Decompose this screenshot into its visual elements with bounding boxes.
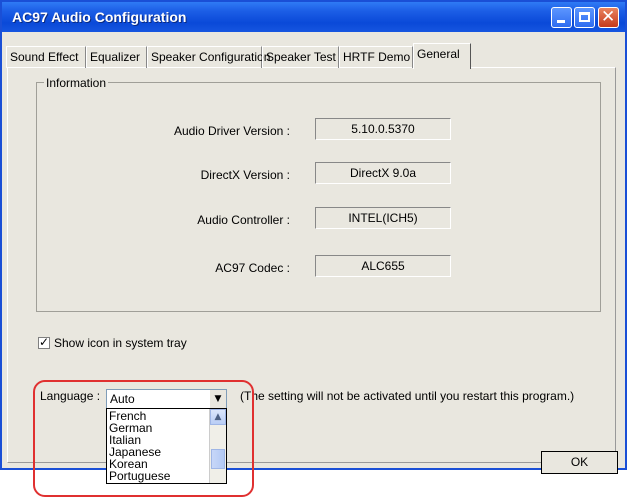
directx-version-label: DirectX Version : [200,168,290,182]
information-group [36,82,601,312]
ok-button[interactable]: OK [541,451,618,474]
tab-hrtf-demo[interactable]: HRTF Demo [339,46,413,68]
system-tray-label[interactable]: Show icon in system tray [54,336,187,350]
driver-version-value: 5.10.0.5370 [315,118,451,140]
minimize-icon [557,20,565,23]
audio-controller-value: INTEL(ICH5) [315,207,451,229]
tab-equalizer[interactable]: Equalizer [86,46,147,68]
checkmark-icon: ✓ [39,335,50,349]
directx-version-value: DirectX 9.0a [315,162,451,184]
tab-speaker-configuration[interactable]: Speaker Configuration [147,46,270,68]
restart-note: (The setting will not be activated until… [240,389,575,403]
window-title: AC97 Audio Configuration [12,9,187,25]
tab-general[interactable]: General [413,43,471,69]
system-tray-checkbox[interactable]: ✓ [38,335,50,349]
driver-version-label: Audio Driver Version : [173,124,290,138]
maximize-button[interactable] [574,7,595,28]
minimize-button[interactable] [551,7,572,28]
information-group-label: Information [44,76,109,90]
close-button[interactable]: ✕ [598,7,619,28]
tab-speaker-test[interactable]: Speaker Test [262,46,339,68]
title-bar[interactable]: AC97 Audio Configuration ✕ [2,2,625,32]
close-icon: ✕ [601,7,616,27]
ac97-codec-value: ALC655 [315,255,451,277]
tab-sound-effect[interactable]: Sound Effect [6,46,86,68]
highlight-annotation [33,380,254,497]
maximize-icon [579,12,590,22]
ac97-codec-label: AC97 Codec : [215,261,290,275]
audio-controller-label: Audio Controller : [197,213,290,227]
